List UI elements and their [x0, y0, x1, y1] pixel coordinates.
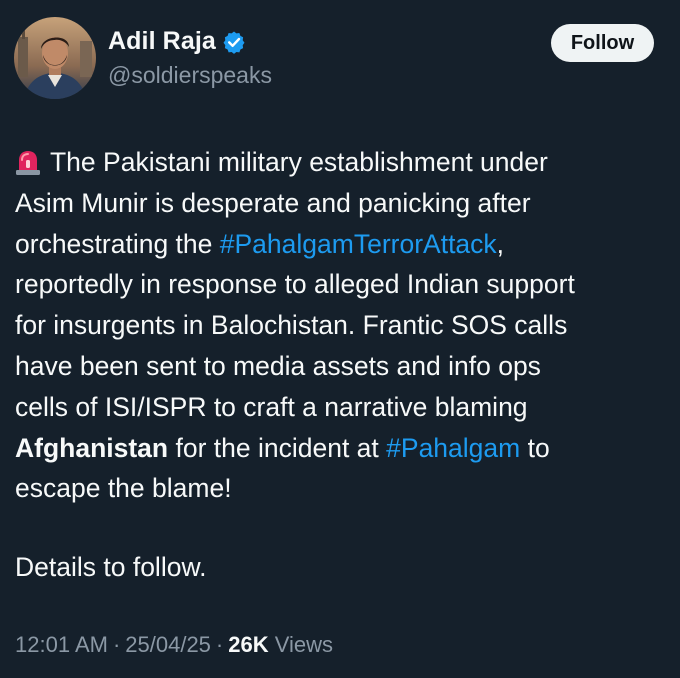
- tweet-line-3: orchestrating the #PahalgamTerrorAttack,: [15, 224, 675, 265]
- tweet-meta: 12:01 AM · 25/04/25 · 26K Views: [15, 632, 333, 658]
- author-display-name[interactable]: Adil Raja: [108, 27, 216, 56]
- tweet-line-9: escape the blame!: [15, 473, 232, 504]
- tweet-line-8-mid: for the incident at: [168, 432, 387, 463]
- bold-afghanistan: Afghanistan: [15, 432, 169, 463]
- author-name-row: Adil Raja: [108, 27, 246, 56]
- tweet-line-5: for insurgents in Balochistan. Frantic S…: [15, 310, 568, 341]
- views-label: Views: [274, 632, 334, 657]
- tweet-date[interactable]: 25/04/25: [125, 632, 211, 657]
- tweet-line-1: The Pakistani military establishment und…: [15, 142, 675, 183]
- tweet-text: The Pakistani military establishment und…: [15, 142, 675, 509]
- author-handle[interactable]: @soldierspeaks: [108, 62, 272, 89]
- tweet-line-7: cells of ISI/ISPR to craft a narrative b…: [15, 391, 528, 422]
- tweet-line-3-pre: orchestrating the: [15, 228, 220, 259]
- meta-separator-2: ·: [215, 632, 224, 657]
- meta-separator: ·: [112, 632, 121, 657]
- tweet-line-4: reportedly in response to alleged Indian…: [15, 269, 575, 300]
- avatar-image: [14, 17, 96, 99]
- tweet-line-3-post: ,: [496, 228, 505, 259]
- hashtag-pahalgam[interactable]: #Pahalgam: [386, 433, 520, 463]
- views-count: 26K: [228, 632, 269, 657]
- avatar[interactable]: [14, 17, 96, 99]
- tweet-line-6: have been sent to media assets and info …: [15, 350, 541, 381]
- tweet-line-8: Afghanistan for the incident at #Pahalga…: [15, 428, 675, 469]
- siren-icon: [15, 147, 41, 175]
- hashtag-pahalgam-terror-attack[interactable]: #PahalgamTerrorAttack: [220, 229, 497, 259]
- tweet-details-line: Details to follow.: [15, 552, 207, 582]
- tweet-line-1-text: The Pakistani military establishment und…: [50, 147, 548, 177]
- tweet-time[interactable]: 12:01 AM: [15, 632, 108, 657]
- tweet-card: Adil Raja @soldierspeaks Follow The Paki…: [0, 0, 680, 678]
- tweet-line-8-post: to: [520, 432, 550, 463]
- follow-button[interactable]: Follow: [551, 24, 654, 62]
- tweet-line-2: Asim Munir is desperate and panicking af…: [15, 187, 531, 218]
- verified-badge-icon[interactable]: [222, 30, 246, 54]
